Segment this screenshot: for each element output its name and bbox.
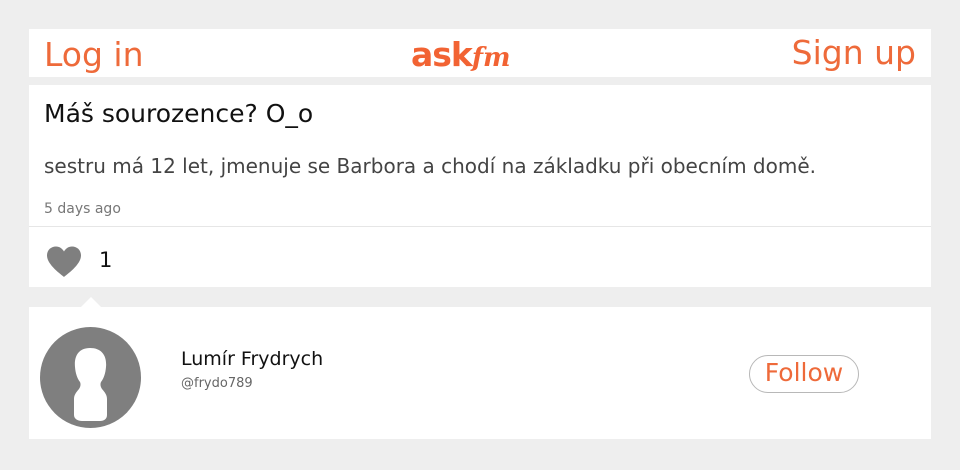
profile-pointer [81, 297, 101, 307]
login-link[interactable]: Log in [44, 35, 144, 75]
like-button[interactable] [45, 245, 83, 279]
user-handle: @frydo789 [181, 376, 253, 391]
avatar-silhouette-icon [74, 348, 107, 421]
signup-link[interactable]: Sign up [792, 33, 916, 73]
question-card: Máš sourozence? O_o sestru má 12 let, jm… [29, 85, 931, 287]
like-count: 1 [99, 248, 113, 272]
logo-ask-text: ask [411, 35, 473, 74]
askfm-logo[interactable]: askfm [411, 35, 511, 74]
logo-fm-text: fm [471, 43, 511, 73]
top-header: Log in askfm Sign up [29, 29, 931, 77]
card-divider [29, 226, 931, 227]
heart-icon [47, 246, 81, 277]
follow-button[interactable]: Follow [749, 355, 859, 393]
answer-timestamp[interactable]: 5 days ago [44, 201, 121, 217]
user-name[interactable]: Lumír Frydrych [181, 348, 323, 370]
profile-card: Lumír Frydrych @frydo789 Follow [29, 307, 931, 439]
question-title: Máš sourozence? O_o [44, 99, 314, 128]
answer-text: sestru má 12 let, jmenuje se Barbora a c… [44, 154, 817, 178]
user-avatar[interactable] [40, 327, 141, 428]
